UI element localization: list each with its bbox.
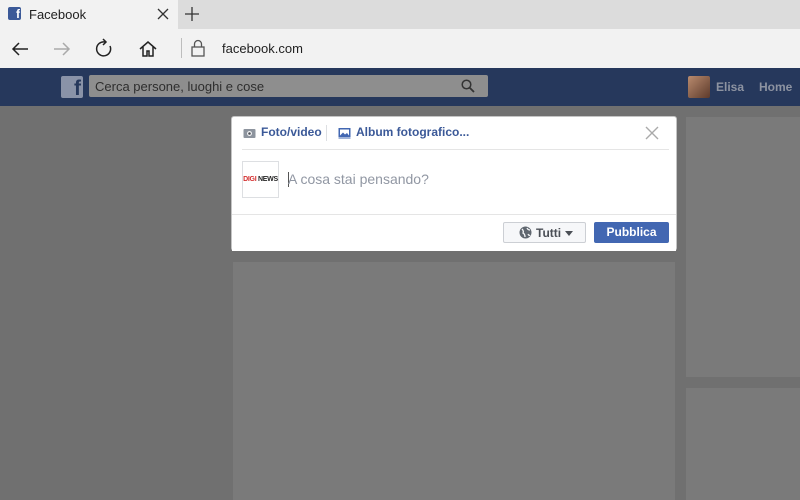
new-tab-icon[interactable] xyxy=(184,6,200,22)
facebook-favicon-icon: f xyxy=(8,7,21,20)
close-tab-icon[interactable] xyxy=(156,7,170,21)
tab-title: Facebook xyxy=(29,7,87,22)
forward-arrow-icon[interactable] xyxy=(51,38,73,60)
publish-button[interactable]: Pubblica xyxy=(594,222,669,243)
page-logo-text-red: DIGI xyxy=(243,176,257,183)
tab-photo-album-label: Album fotografico... xyxy=(356,125,470,139)
avatar[interactable] xyxy=(688,76,710,98)
facebook-header: f Elisa Home xyxy=(0,68,800,106)
browser-tab-bar: f Facebook xyxy=(0,0,800,29)
status-input[interactable] xyxy=(288,169,658,189)
composer-footer: Tutti Pubblica xyxy=(232,214,676,251)
back-arrow-icon[interactable] xyxy=(9,38,31,60)
post-composer-dialog: Foto/video Album fotografico... DIGI NEW… xyxy=(231,116,677,251)
address-url[interactable]: facebook.com xyxy=(222,41,303,56)
composer-tabs: Foto/video Album fotografico... xyxy=(232,117,676,149)
page-logo-text: NEWS xyxy=(258,176,278,183)
home-icon[interactable] xyxy=(137,38,159,60)
refresh-icon[interactable] xyxy=(93,38,115,60)
profile-link[interactable]: Elisa xyxy=(716,80,744,94)
search-icon[interactable] xyxy=(461,79,475,93)
right-column-placeholder xyxy=(686,388,800,500)
browser-toolbar: facebook.com xyxy=(0,29,800,68)
dropdown-arrow-icon xyxy=(565,231,573,236)
audience-selector-button[interactable]: Tutti xyxy=(503,222,586,243)
tab-photo-video-label: Foto/video xyxy=(261,125,322,139)
search-box xyxy=(89,75,488,97)
tab-photo-album[interactable]: Album fotografico... xyxy=(338,125,469,139)
home-link[interactable]: Home xyxy=(759,80,792,94)
page-logo: DIGI NEWS xyxy=(242,161,279,198)
address-separator xyxy=(181,38,182,58)
facebook-logo-icon[interactable]: f xyxy=(61,76,83,98)
tab-divider xyxy=(326,125,327,141)
divider xyxy=(242,149,669,150)
globe-icon xyxy=(519,226,532,239)
browser-tab[interactable]: f Facebook xyxy=(0,0,178,29)
lock-icon xyxy=(191,39,205,57)
camera-icon xyxy=(243,129,256,138)
audience-label: Tutti xyxy=(536,226,562,240)
search-input[interactable] xyxy=(95,77,455,95)
right-column-placeholder xyxy=(686,117,800,377)
close-icon[interactable] xyxy=(645,126,659,140)
tab-photo-video[interactable]: Foto/video xyxy=(243,125,322,139)
feed-placeholder xyxy=(233,262,675,500)
album-icon xyxy=(338,128,351,139)
